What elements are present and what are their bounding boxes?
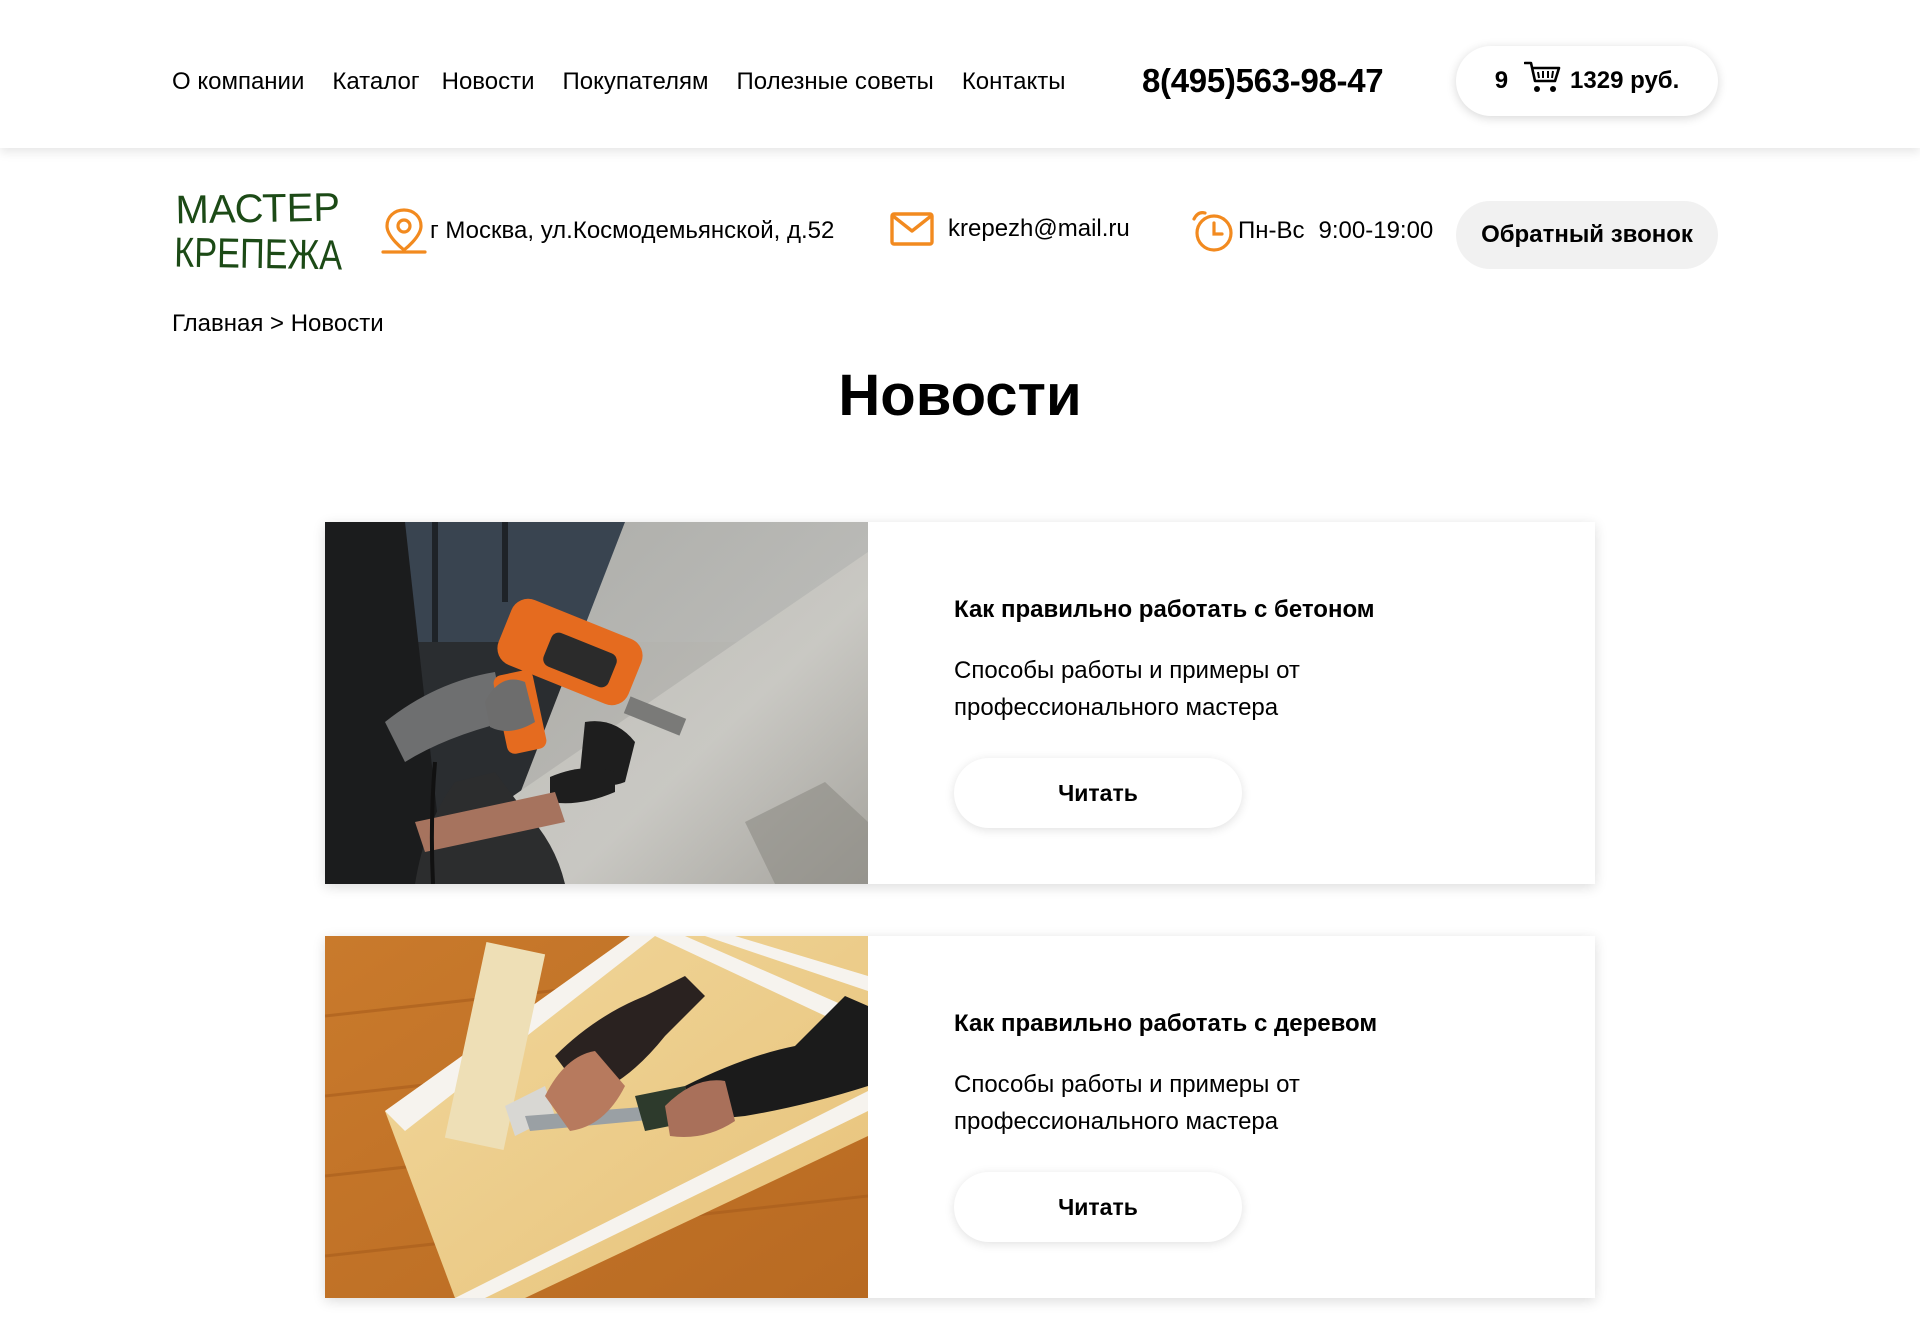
article-image-wood[interactable] — [325, 936, 868, 1298]
address-text: г Москва, ул.Космодемьянской, д.52 — [430, 217, 835, 244]
article-card: Как правильно работать с деревом Способы… — [325, 936, 1595, 1298]
nav-item-about[interactable]: О компании — [172, 68, 304, 96]
cart-total: 1329 руб. — [1570, 67, 1680, 94]
nav-item-customers[interactable]: Покупателям — [563, 68, 709, 96]
article-image-concrete[interactable] — [325, 522, 868, 884]
callback-button[interactable]: Обратный звонок — [1456, 201, 1718, 269]
location-pin-icon — [381, 208, 427, 254]
logo-line2: КРЕПЕЖА — [174, 229, 343, 274]
alarm-clock-icon — [1192, 211, 1233, 252]
article-title[interactable]: Как правильно работать с деревом — [954, 1010, 1377, 1038]
nav-item-contacts[interactable]: Контакты — [962, 68, 1066, 96]
nav-item-news[interactable]: Новости — [442, 68, 535, 96]
hours-days: Пн-Вс — [1238, 217, 1305, 244]
read-button[interactable]: Читать — [954, 1172, 1242, 1242]
drilling-concrete-photo — [325, 522, 868, 884]
article-card: Как правильно работать с бетоном Способы… — [325, 522, 1595, 884]
wood-screwdriver-photo — [325, 936, 868, 1298]
read-button[interactable]: Читать — [954, 758, 1242, 828]
hours-time: 9:00-19:00 — [1318, 217, 1434, 244]
article-body: Как правильно работать с бетоном Способы… — [868, 522, 1595, 884]
mail-icon — [890, 212, 934, 246]
cart-button[interactable]: 9 1329 руб. — [1456, 46, 1718, 116]
breadcrumb: Главная > Новости — [172, 310, 384, 338]
top-bar: О компании Каталог Новости Покупателям П… — [0, 0, 1920, 148]
article-body: Как правильно работать с деревом Способы… — [868, 936, 1595, 1298]
main-nav: О компании Каталог Новости Покупателям П… — [172, 68, 1093, 96]
article-title[interactable]: Как правильно работать с бетоном — [954, 596, 1375, 624]
logo-mark: МАСТЕР КРЕПЕЖА — [174, 186, 343, 279]
email-text[interactable]: krepezh@mail.ru — [948, 215, 1130, 243]
breadcrumb-separator: > — [270, 310, 285, 337]
article-description: Способы работы и примеры от профессионал… — [954, 1071, 1300, 1135]
email-info[interactable]: krepezh@mail.ru — [890, 212, 1130, 246]
logo[interactable]: МАСТЕР КРЕПЕЖА — [172, 186, 344, 279]
breadcrumb-current: Новости — [290, 310, 384, 337]
breadcrumb-home[interactable]: Главная — [172, 310, 263, 337]
nav-item-catalog[interactable]: Каталог — [332, 68, 419, 96]
cart-icon — [1524, 61, 1561, 92]
article-description: Способы работы и примеры от профессионал… — [954, 657, 1300, 721]
phone-number[interactable]: 8(495)563-98-47 — [1142, 62, 1384, 100]
cart-count: 9 — [1494, 67, 1509, 94]
address-info: г Москва, ул.Космодемьянской, д.52 — [380, 206, 834, 256]
logo-line1: МАСТЕР — [175, 186, 340, 232]
hours-info: Пн-Вс 9:00-19:00 — [1190, 208, 1433, 254]
page-title: Новости — [838, 363, 1082, 428]
nav-item-tips[interactable]: Полезные советы — [737, 68, 934, 96]
